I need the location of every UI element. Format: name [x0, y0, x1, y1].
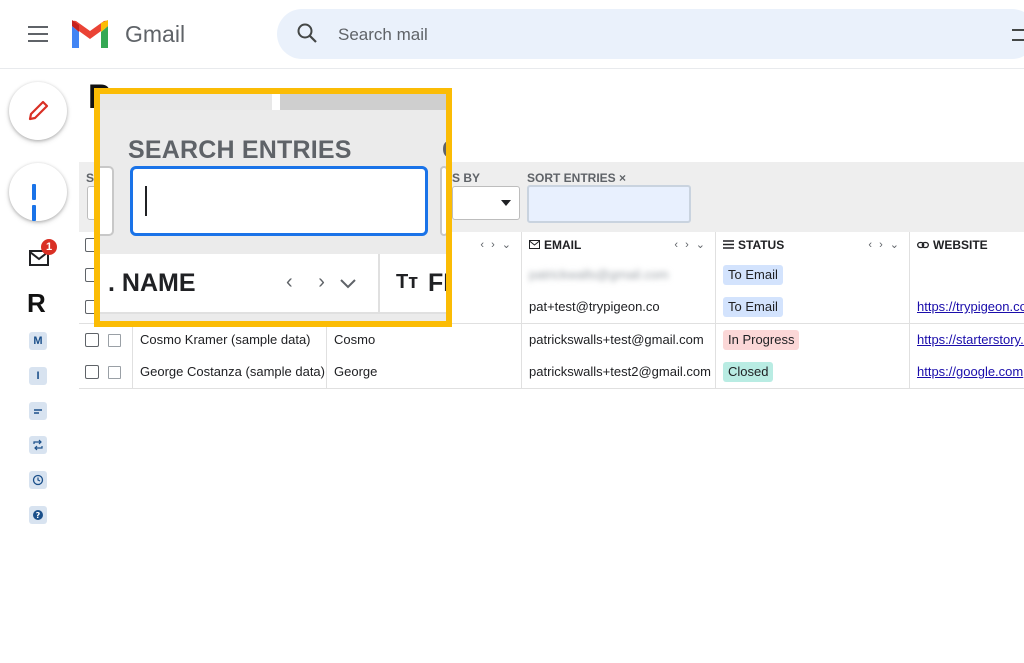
open-record-icon[interactable]: [108, 334, 121, 347]
zoom-title-cut: C: [442, 136, 446, 165]
zoom-column-move-arrows-icon[interactable]: ‹ ›: [286, 271, 335, 294]
table-row[interactable]: George Costanza (sample data) George pat…: [79, 356, 1024, 389]
website-cell[interactable]: https://google.com: [909, 356, 1024, 388]
first-name-cell: George: [326, 356, 521, 388]
zoom-next-column-label: FI: [428, 269, 451, 297]
website-link: https://google.com: [917, 364, 1024, 379]
column-header-first[interactable]: ‹ › ⌄: [452, 232, 521, 259]
shortcut-i[interactable]: I: [29, 367, 47, 385]
app-name: Gmail: [125, 21, 186, 47]
row-checkbox[interactable]: [85, 365, 99, 379]
help-icon[interactable]: ?: [29, 506, 47, 524]
email-cell: patrickswalls+test2@gmail.com: [521, 356, 715, 388]
website-cell[interactable]: https://trypigeon.co: [909, 291, 1024, 323]
column-move-arrows-icon: ‹ › ⌄: [480, 239, 513, 251]
website-cell: [909, 259, 1024, 291]
status-cell[interactable]: To Email: [715, 291, 909, 323]
main-menu-icon[interactable]: [28, 26, 48, 42]
pigeon-r-logo[interactable]: R: [27, 288, 46, 319]
zoom-left-input-edge: [100, 166, 114, 236]
shortcut-m[interactable]: M: [29, 332, 47, 350]
mail-icon: [529, 240, 540, 249]
email-cell: patrickswalls+test@gmail.com: [521, 324, 715, 356]
link-icon: [917, 241, 929, 249]
zoom-row-divider: [100, 312, 446, 314]
column-move-arrows-icon: ‹ › ⌄: [868, 239, 901, 251]
svg-text:?: ?: [36, 511, 41, 520]
clear-sort-icon[interactable]: ×: [619, 171, 626, 185]
column-header-status[interactable]: STATUS ‹ › ⌄: [715, 232, 909, 259]
zoom-next-input-edge: [440, 166, 446, 236]
table-row[interactable]: Cosmo Kramer (sample data) Cosmo patrick…: [79, 324, 1024, 357]
pause-icon: [32, 184, 46, 221]
gmail-logo-icon[interactable]: [70, 20, 110, 50]
column-header-website[interactable]: WEBSITE: [909, 232, 1024, 259]
chevron-down-icon[interactable]: [340, 276, 356, 290]
name-cell: Cosmo Kramer (sample data): [132, 324, 326, 356]
status-pill: In Progress: [723, 330, 800, 350]
column-header-email[interactable]: EMAIL ‹ › ⌄: [521, 232, 715, 259]
search-icon[interactable]: [296, 22, 318, 44]
website-link: https://starterstory.com: [917, 332, 1024, 347]
text-caret: [145, 186, 147, 216]
sort-by-select[interactable]: [452, 186, 520, 220]
row-checkbox[interactable]: [85, 333, 99, 347]
status-cell[interactable]: To Email: [715, 259, 909, 291]
compose-button[interactable]: [9, 82, 67, 140]
first-name-cell: Cosmo: [326, 324, 521, 356]
open-record-icon[interactable]: [108, 366, 121, 379]
zoom-name-column-label: . NAME: [108, 269, 196, 297]
sort-entries-label: SORT ENTRIES ×: [527, 171, 627, 185]
zoom-tab-bg: [100, 94, 276, 110]
status-pill: To Email: [723, 265, 783, 285]
search-input[interactable]: Search mail: [338, 25, 428, 45]
zoom-search-entries-input[interactable]: [130, 166, 428, 236]
pencil-icon: [28, 100, 49, 121]
zoom-tab-gap: [272, 94, 280, 110]
zoom-tab-bg-dark: [278, 94, 446, 110]
column-move-arrows-icon: ‹ › ⌄: [674, 239, 707, 251]
search-entries-label-cut: S: [86, 171, 95, 185]
website-link: https://trypigeon.co: [917, 299, 1024, 314]
status-cell[interactable]: Closed: [715, 356, 909, 388]
status-pill: Closed: [723, 362, 774, 382]
status-cell[interactable]: In Progress: [715, 324, 909, 356]
list-icon: [723, 240, 734, 249]
name-cell: George Costanza (sample data): [132, 356, 326, 388]
email-cell: patrickwalls@gmail.com: [521, 259, 715, 291]
mail-count-badge: 1: [41, 239, 57, 255]
dropdown-caret-icon: [501, 200, 511, 206]
zoom-highlight-box: SEARCH ENTRIES C . NAME ‹ › Tт FI: [94, 88, 452, 327]
repeat-icon[interactable]: [29, 436, 47, 454]
lines-icon[interactable]: [29, 402, 47, 420]
website-cell[interactable]: https://starterstory.com: [909, 324, 1024, 356]
search-options-icon[interactable]: [1012, 27, 1024, 43]
sort-entries-input[interactable]: [527, 185, 691, 223]
text-type-icon: Tт: [396, 271, 419, 293]
zoom-column-divider: [378, 254, 380, 314]
zoom-search-entries-title: SEARCH ENTRIES: [128, 136, 352, 164]
email-cell: pat+test@trypigeon.co: [521, 291, 715, 323]
status-pill: To Email: [723, 297, 783, 317]
clock-icon[interactable]: [29, 471, 47, 489]
header-divider: [0, 68, 1024, 69]
sort-by-label: S BY: [452, 171, 481, 185]
